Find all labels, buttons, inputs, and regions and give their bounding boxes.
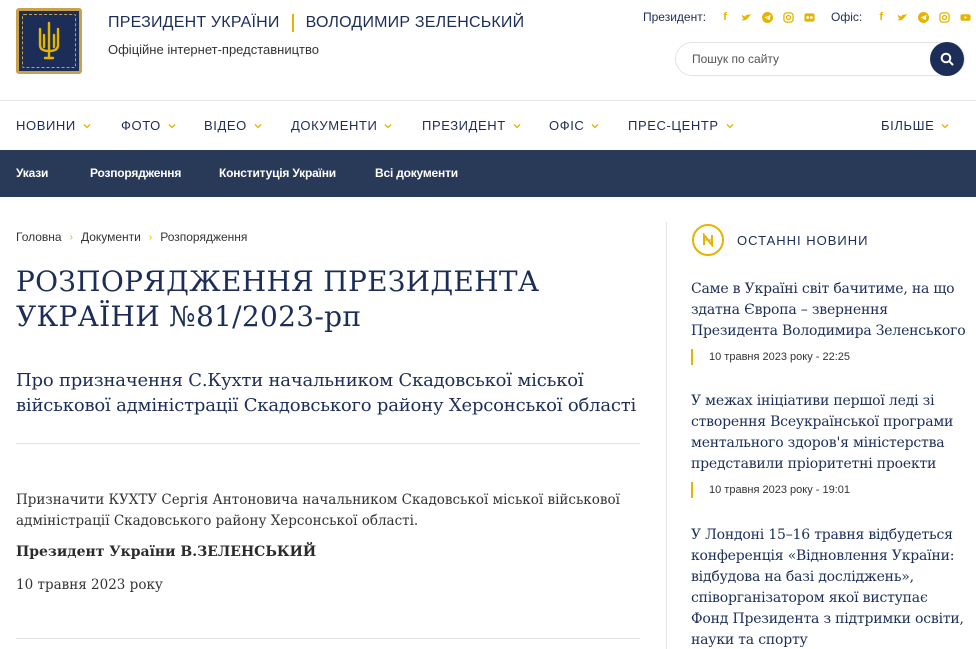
news-badge-icon (692, 224, 724, 256)
title-separator (291, 14, 294, 32)
site-header: ПРЕЗИДЕНТ УКРАЇНИ ВОЛОДИМИР ЗЕЛЕНСЬКИЙ О… (0, 0, 976, 100)
chevron-right-icon: › (69, 231, 73, 243)
nav-item-label: ПРЕЗИДЕНТ (422, 118, 506, 133)
site-search (675, 42, 965, 76)
nav-item-label: ДОКУМЕНТИ (291, 118, 378, 133)
site-title[interactable]: ПРЕЗИДЕНТ УКРАЇНИ ВОЛОДИМИР ЗЕЛЕНСЬКИЙ (108, 14, 524, 32)
latest-news-heading: ОСТАННІ НОВИНИ (737, 233, 869, 248)
divider (16, 443, 640, 444)
nav-item-office[interactable]: ОФІС (549, 118, 599, 133)
nav-item-news[interactable]: НОВИНИ (16, 118, 91, 133)
document-subtitle: Про призначення С.Кухти начальником Скад… (16, 370, 637, 416)
breadcrumb-home[interactable]: Головна (16, 230, 62, 244)
chevron-down-icon (168, 123, 176, 128)
logo-frame (22, 14, 76, 68)
chevron-down-icon (941, 123, 949, 128)
nav-item-label: ОФІС (549, 118, 585, 133)
search-icon (940, 52, 954, 66)
breadcrumb-orders[interactable]: Розпорядження (160, 230, 247, 244)
nav-item-more[interactable]: БІЛЬШЕ (881, 118, 949, 133)
subnav-decrees[interactable]: Укази (16, 166, 48, 180)
nav-item-photo[interactable]: ФОТО (121, 118, 176, 133)
chevron-down-icon (254, 123, 262, 128)
coat-of-arms-logo[interactable] (16, 8, 82, 74)
news-n-icon (703, 233, 713, 247)
nav-item-label: ВІДЕО (204, 118, 247, 133)
news-item: У межах ініціативи першої леді зі створе… (691, 391, 967, 498)
telegram-icon[interactable] (917, 11, 929, 23)
news-link[interactable]: У межах ініціативи першої леді зі створе… (691, 391, 967, 475)
subnav-constitution[interactable]: Конституція України (219, 166, 336, 180)
news-link[interactable]: Саме в Україні світ бачитиме, на що здат… (691, 279, 967, 342)
search-button[interactable] (930, 42, 964, 76)
nav-item-label: БІЛЬШЕ (881, 118, 935, 133)
search-input[interactable] (676, 43, 926, 75)
document-date: 10 травня 2023 року (16, 577, 163, 593)
documents-subnav: Укази Розпорядження Конституція України … (0, 150, 976, 197)
chevron-down-icon (83, 123, 91, 128)
site-title-president: ПРЕЗИДЕНТ УКРАЇНИ (108, 14, 280, 31)
chevron-down-icon (591, 123, 599, 128)
nav-item-president[interactable]: ПРЕЗИДЕНТ (422, 118, 521, 133)
news-date: 10 травня 2023 року - 22:25 (691, 349, 967, 365)
chevron-down-icon (513, 123, 521, 128)
president-social-label: Президент: (643, 10, 707, 24)
nav-item-press-center[interactable]: ПРЕС-ЦЕНТР (628, 118, 734, 133)
flickr-icon[interactable] (803, 11, 815, 23)
president-social-links: Президент: f (643, 10, 815, 24)
instagram-icon[interactable] (782, 11, 794, 23)
twitter-icon[interactable] (740, 11, 752, 23)
document-body: Призначити КУХТУ Сергія Антоновича начал… (16, 492, 620, 529)
news-item: Саме в Україні світ бачитиме, на що здат… (691, 279, 967, 365)
chevron-down-icon (726, 123, 734, 128)
nav-item-video[interactable]: ВІДЕО (204, 118, 262, 133)
office-social-links: Офіс: f (831, 10, 971, 24)
instagram-icon[interactable] (938, 11, 950, 23)
breadcrumb: Головна › Документи › Розпорядження (16, 230, 247, 244)
facebook-icon[interactable]: f (875, 11, 887, 23)
document-signature: Президент України В.ЗЕЛЕНСЬКИЙ (16, 544, 317, 560)
chevron-right-icon: › (148, 231, 153, 243)
subnav-orders[interactable]: Розпорядження (90, 166, 181, 180)
news-link[interactable]: У Лондоні 15–16 травня відбудеться конфе… (691, 525, 967, 649)
site-title-name: ВОЛОДИМИР ЗЕЛЕНСЬКИЙ (305, 14, 525, 31)
chevron-down-icon (385, 123, 392, 128)
telegram-icon[interactable] (761, 11, 773, 23)
site-subtitle: Офіційне інтернет-представництво (108, 42, 319, 57)
twitter-icon[interactable] (896, 11, 908, 23)
nav-item-label: НОВИНИ (16, 118, 76, 133)
breadcrumb-documents[interactable]: Документи (81, 230, 141, 244)
page-title: РОЗПОРЯДЖЕННЯ ПРЕЗИДЕНТА УКРАЇНИ №81/202… (16, 265, 540, 333)
news-date: 10 травня 2023 року - 19:01 (691, 482, 967, 498)
main-navigation: НОВИНИ ФОТО ВІДЕО ДОКУМЕНТИ ПРЕЗИДЕНТ ОФ… (0, 100, 976, 150)
nav-item-documents[interactable]: ДОКУМЕНТИ (291, 118, 392, 133)
column-divider (666, 222, 667, 649)
nav-item-label: ПРЕС-ЦЕНТР (628, 118, 719, 133)
trident-icon (38, 21, 60, 60)
youtube-icon[interactable] (959, 11, 971, 23)
news-item: У Лондоні 15–16 травня відбудеться конфе… (691, 525, 967, 649)
office-social-label: Офіс: (831, 10, 863, 24)
facebook-icon[interactable]: f (719, 11, 731, 23)
divider (16, 638, 640, 639)
nav-item-label: ФОТО (121, 118, 161, 133)
subnav-all-documents[interactable]: Всі документи (375, 166, 458, 180)
